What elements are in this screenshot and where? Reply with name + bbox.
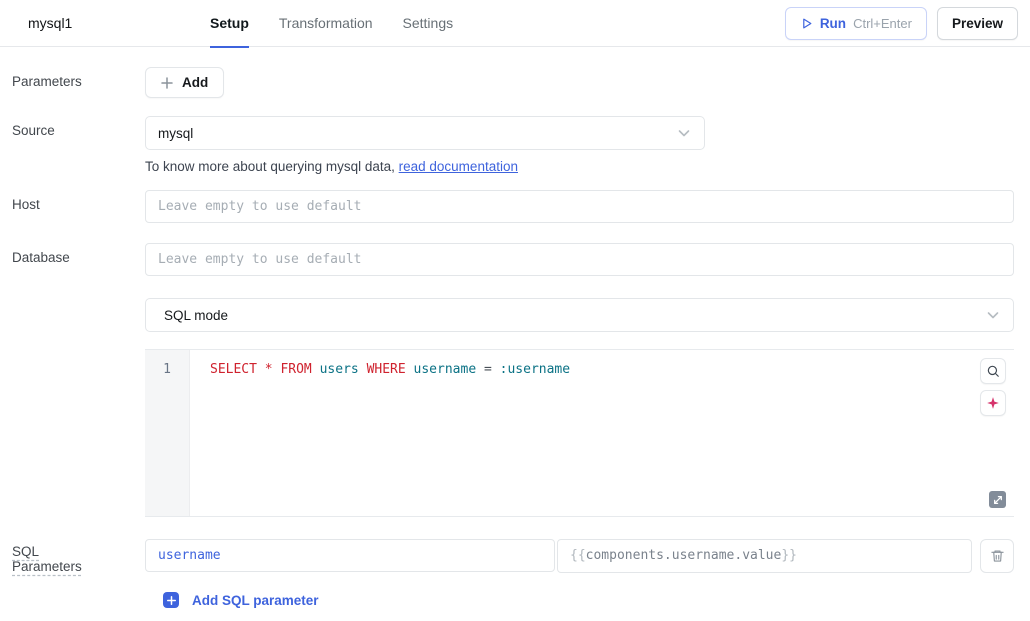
add-sql-parameter-button[interactable]: Add SQL parameter [163,588,1030,612]
setup-panel: Parameters Add Source mysql To know more… [0,47,1030,612]
search-button[interactable] [980,358,1006,384]
sql-parameter-value-input[interactable]: {{components.username.value}} [557,539,972,573]
sql-code-editor[interactable]: 1 SELECT * FROM users WHERE username = :… [145,349,1014,517]
header-actions: Run Ctrl+Enter Preview [785,7,1018,40]
sql-mode-select[interactable]: SQL mode [145,298,1014,332]
sql-parameters-label: SQL Parameters [0,537,145,574]
editor-toolbar [980,358,1006,416]
token-identifier: username [414,362,477,377]
tab-settings[interactable]: Settings [403,0,454,47]
tab-setup[interactable]: Setup [210,0,249,47]
value-expression: components.username.value [586,548,782,563]
editor-gutter: 1 [145,350,190,516]
token-identifier: users [320,362,359,377]
database-label: Database [0,243,145,276]
ai-assist-button[interactable] [980,390,1006,416]
source-row: Source mysql To know more about querying… [0,116,1030,174]
token-keyword: FROM [280,362,311,377]
add-parameter-label: Add [182,75,208,90]
sql-mode-selected-value: SQL mode [164,308,228,323]
query-tabs: Setup Transformation Settings [210,0,453,47]
close-braces: }} [781,548,797,563]
ai-sparkle-icon [986,396,1000,410]
parameters-label: Parameters [0,67,145,98]
source-label: Source [0,116,145,174]
open-braces: {{ [570,548,586,563]
sql-parameters-label-line1: SQL [12,544,39,559]
source-help-text: To know more about querying mysql data, … [145,159,1014,174]
database-input[interactable] [145,243,1014,276]
chevron-down-icon [985,307,1001,323]
play-icon [800,17,813,30]
sql-parameters-label-line2: Parameters [12,559,82,574]
plus-icon [161,77,173,89]
database-row: Database [0,243,1030,276]
sql-mode-spacer [0,298,145,332]
source-help-prefix: To know more about querying mysql data, [145,159,399,174]
run-shortcut: Ctrl+Enter [853,16,912,31]
preview-label: Preview [952,16,1003,31]
run-label: Run [820,16,846,31]
editor-code-area[interactable]: SELECT * FROM users WHERE username = :us… [190,350,1014,516]
parameters-row: Parameters Add [0,67,1030,98]
run-button[interactable]: Run Ctrl+Enter [785,7,927,40]
add-parameter-button[interactable]: Add [145,67,224,98]
delete-parameter-button[interactable] [980,539,1014,573]
chevron-down-icon [676,125,692,141]
search-icon [986,364,1000,378]
source-selected-value: mysql [158,126,193,141]
add-sql-parameter-label: Add SQL parameter [192,593,319,608]
token-keyword: WHERE [367,362,406,377]
host-row: Host [0,190,1030,223]
expand-icon [993,495,1003,505]
token-star: * [265,362,273,377]
plus-icon [163,592,179,608]
trash-icon [990,548,1005,564]
sql-mode-row: SQL mode [0,298,1030,332]
sql-parameters-row: SQL Parameters {{components.username.val… [0,537,1030,574]
code-editor-wrap: 1 SELECT * FROM users WHERE username = :… [0,349,1030,517]
preview-button[interactable]: Preview [937,7,1018,40]
source-select[interactable]: mysql [145,116,705,150]
token-parameter: :username [500,362,570,377]
token-operator: = [484,362,492,377]
tab-transformation[interactable]: Transformation [279,0,373,47]
host-label: Host [0,190,145,223]
sql-parameter-name-input[interactable] [145,539,555,572]
read-documentation-link[interactable]: read documentation [399,159,518,174]
token-keyword: SELECT [210,362,257,377]
query-title: mysql1 [28,15,210,31]
query-header: mysql1 Setup Transformation Settings Run… [0,0,1030,47]
expand-editor-button[interactable] [989,491,1006,508]
line-number: 1 [163,362,171,377]
host-input[interactable] [145,190,1014,223]
